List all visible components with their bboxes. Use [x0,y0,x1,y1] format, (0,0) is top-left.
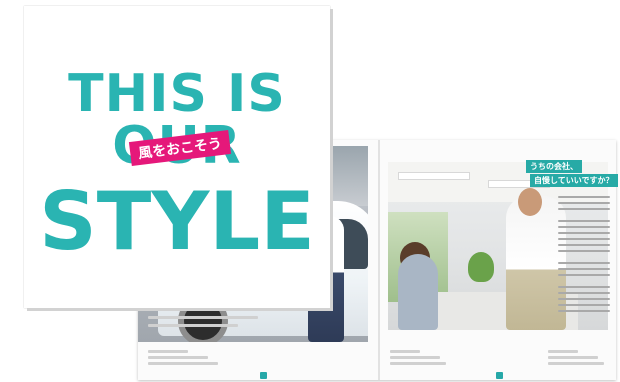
headline-tag-2: 自慢していいですか？ [530,174,618,187]
credit-line [148,362,218,365]
body-text-line [558,262,610,264]
body-text-line [558,238,610,240]
body-text-line [558,250,610,252]
body-text-line [558,220,610,222]
body-text-line [558,268,610,270]
spread-spine [378,140,380,380]
page-number-mark [260,372,267,379]
body-text-line [558,298,610,300]
body-text-line [558,226,610,228]
body-text-line [558,310,610,312]
credit-line [148,356,208,359]
photo-plant [468,252,494,282]
photo-man [506,196,566,330]
credit-line [548,350,578,353]
page-number-mark [496,372,503,379]
body-text-line [558,286,610,288]
body-text-line [558,196,610,198]
credit-line [390,356,440,359]
body-text-line [558,292,610,294]
body-text-line [558,232,610,234]
body-text-line [558,274,610,276]
credit-line [390,350,420,353]
photo-woman [398,254,438,330]
credit-line [548,362,604,365]
body-text-line [558,202,610,204]
headline-tag-1: うちの会社、 [526,160,582,173]
cover-title-line-1: THIS IS [68,64,286,124]
caption-line [148,316,258,319]
ceiling-light [398,172,470,180]
credit-line [148,350,188,353]
caption-line [148,324,238,327]
credit-line [548,356,598,359]
credit-line [390,362,446,365]
body-text-line [558,244,610,246]
photo-man-head [518,188,542,216]
body-text-line [558,208,610,210]
brochure-cover: THIS IS OUR 風をおこそう STYLE [24,6,330,308]
body-text-line [558,304,610,306]
cover-title-line-3: STYLE [39,175,315,268]
